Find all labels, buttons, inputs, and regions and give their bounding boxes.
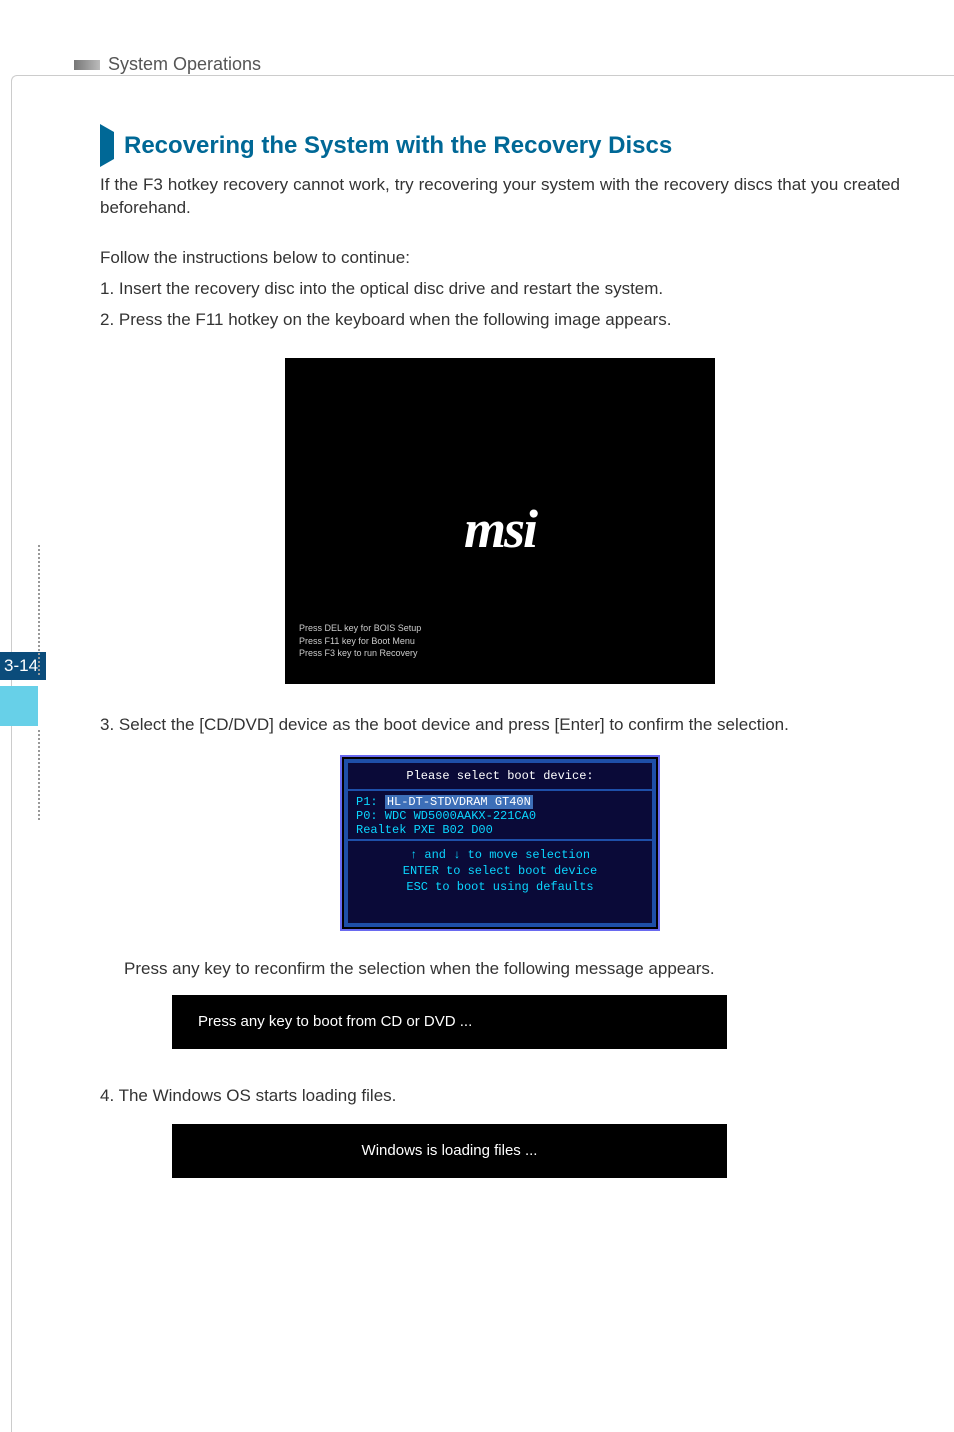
- page-header: System Operations: [74, 54, 261, 75]
- boot-hint-line1: ↑ and ↓ to move selection: [348, 847, 652, 863]
- dotted-line-decor: [38, 545, 40, 675]
- bios-hint-text: Press DEL key for BOIS Setup Press F11 k…: [299, 622, 421, 660]
- boot-item-2: P0: WDC WD5000AAKX-221CA0: [356, 809, 644, 823]
- boot-menu-title: Please select boot device:: [348, 763, 652, 791]
- boot-item-3: Realtek PXE B02 D00: [356, 823, 644, 837]
- header-decor: [74, 60, 100, 70]
- msi-logo: msi: [464, 498, 536, 560]
- loading-text: Windows is loading files ...: [362, 1142, 538, 1159]
- intro-paragraph: If the F3 hotkey recovery cannot work, t…: [100, 174, 900, 220]
- step-4: 4. The Windows OS starts loading files.: [100, 1085, 900, 1108]
- bios-hint-line3: Press F3 key to run Recovery: [299, 647, 421, 660]
- step-3-sub: Press any key to reconfirm the selection…: [124, 959, 900, 979]
- loading-bar: Windows is loading files ...: [172, 1124, 727, 1178]
- content-area: Recovering the System with the Recovery …: [100, 132, 900, 1214]
- boot-device-menu-screenshot: Please select boot device: P1: HL-DT-STD…: [340, 755, 660, 931]
- press-key-bar: Press any key to boot from CD or DVD ...: [172, 995, 727, 1049]
- page-number-decor: [0, 686, 38, 726]
- press-key-text: Press any key to boot from CD or DVD ...: [198, 1013, 472, 1030]
- boot-menu-list: P1: HL-DT-STDVDRAM GT40N P0: WDC WD5000A…: [348, 791, 652, 839]
- dotted-line-decor-2: [38, 730, 40, 820]
- boot-hint-line3: ESC to boot using defaults: [348, 879, 652, 895]
- chevron-right-icon: [100, 132, 114, 160]
- bios-splash-screenshot: msi Press DEL key for BOIS Setup Press F…: [285, 358, 715, 684]
- boot-menu-hint: ↑ and ↓ to move selection ENTER to selec…: [348, 839, 652, 900]
- boot-hint-line2: ENTER to select boot device: [348, 863, 652, 879]
- step-2: 2. Press the F11 hotkey on the keyboard …: [100, 309, 900, 332]
- follow-text: Follow the instructions below to continu…: [100, 248, 900, 268]
- boot-device-inner: Please select boot device: P1: HL-DT-STD…: [344, 759, 656, 927]
- step-1: 1. Insert the recovery disc into the opt…: [100, 278, 900, 301]
- section-heading: Recovering the System with the Recovery …: [100, 132, 900, 160]
- step-3: 3. Select the [CD/DVD] device as the boo…: [100, 714, 900, 737]
- boot-item-1: P1: HL-DT-STDVDRAM GT40N: [356, 795, 644, 809]
- bios-hint-line2: Press F11 key for Boot Menu: [299, 635, 421, 648]
- header-title: System Operations: [108, 54, 261, 75]
- boot-item-1-selected: HL-DT-STDVDRAM GT40N: [385, 795, 533, 809]
- bios-hint-line1: Press DEL key for BOIS Setup: [299, 622, 421, 635]
- section-heading-text: Recovering the System with the Recovery …: [124, 132, 672, 160]
